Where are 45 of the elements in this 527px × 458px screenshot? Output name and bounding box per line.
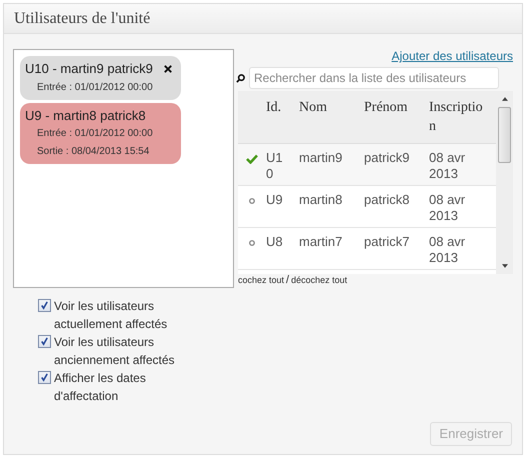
option-checkbox[interactable]	[38, 335, 51, 348]
table-cell-text: martin8	[299, 192, 344, 208]
table-cell-text: 08 avr 2013	[429, 234, 466, 266]
option-checkbox[interactable]	[38, 371, 51, 384]
table-row[interactable]: U10 martin9 patrick9 08 avr 2013	[238, 144, 496, 186]
add-users-link[interactable]: Ajouter des utilisateurs	[392, 49, 513, 63]
assignment-date: Entrée : 01/01/2012 00:00	[36, 80, 154, 94]
table-cell-text: U9	[266, 192, 284, 208]
user-card[interactable]: U10 - martin9 patrick9 Entrée : 01/01/2012 00:00	[20, 56, 181, 100]
search-icon	[236, 74, 245, 82]
search-field[interactable]: Rechercher dans la liste des utilisateurs	[249, 67, 499, 89]
table-cell-text: U10	[266, 150, 284, 182]
table-cell-text: martin9	[299, 150, 344, 166]
option-label: Voir les utilisateurs actuellement affectés	[54, 298, 168, 333]
scroll-down-icon[interactable]	[502, 264, 508, 268]
uncheck-all-link[interactable]: décochez tout	[291, 274, 348, 286]
user-name: U10 - martin9 patrick9	[25, 60, 153, 78]
user-card[interactable]: U9 - martin8 patrick8 Entrée : 01/01/2012 00:00 Sortie : 08/04/2013 15:54	[20, 102, 181, 164]
column-header[interactable]: Prénom	[364, 98, 429, 117]
table-cell-text: 08 avr 2013	[429, 150, 466, 182]
option-label: Afficher les dates d'affectation	[54, 370, 147, 405]
option-checkbox[interactable]	[38, 299, 51, 312]
table-cell-text: U8	[266, 234, 284, 250]
circle-icon	[249, 198, 255, 204]
assignment-date: Sortie : 08/04/2013 15:54	[36, 145, 150, 159]
circle-icon	[249, 240, 255, 246]
scroll-up-icon[interactable]	[502, 97, 508, 101]
table-cell-text: patrick8	[364, 192, 411, 208]
scrollbar[interactable]	[496, 91, 513, 274]
check-icon	[246, 154, 258, 164]
close-icon[interactable]	[164, 64, 172, 73]
scrollbar-thumb[interactable]	[498, 107, 511, 163]
table-cell-text: patrick7	[364, 234, 411, 250]
table-cell-text: 08 avr 2013	[429, 192, 466, 224]
option-label: Voir les utilisateurs anciennement affectés	[54, 334, 176, 369]
link-separator: /	[286, 274, 290, 286]
panel-title: Utilisateurs de l'unité	[14, 8, 150, 28]
assignment-date: Entrée : 01/01/2012 00:00	[36, 127, 154, 141]
table-cell-text: martin7	[299, 234, 344, 250]
table-cell-text: patrick9	[364, 150, 411, 166]
check-all-link[interactable]: cochez tout	[238, 274, 284, 286]
column-header[interactable]: Inscription	[429, 98, 488, 136]
user-name: U9 - martin8 patrick8	[25, 106, 146, 125]
column-header[interactable]: Nom	[299, 98, 364, 117]
column-header[interactable]: Id.	[266, 98, 287, 117]
